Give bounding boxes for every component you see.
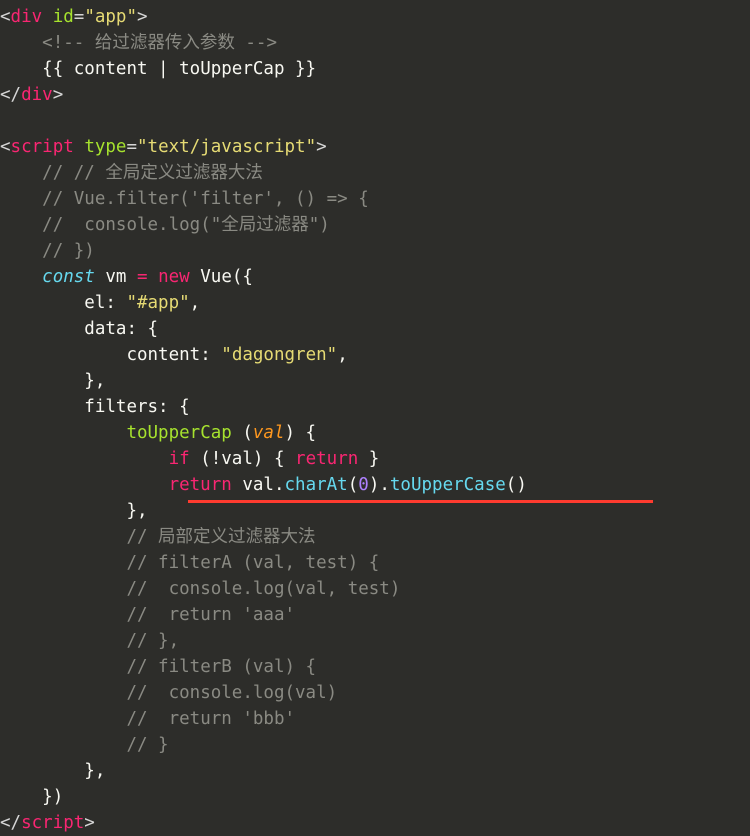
- tag-script: script: [11, 137, 74, 157]
- string-js: "text/javascript": [137, 137, 316, 157]
- kw-new: new: [158, 267, 190, 287]
- comment-filter-param: <!-- 给过滤器传入参数 -->: [42, 33, 277, 53]
- kw-return2: return: [169, 475, 232, 495]
- attr-id: id: [53, 7, 74, 27]
- comment-local-8: // return 'bbb': [126, 709, 295, 729]
- kw-const: const: [42, 267, 95, 287]
- comment-local-1: // 局部定义过滤器大法: [126, 527, 315, 547]
- tag-div: div: [11, 7, 43, 27]
- comment-global-3: // console.log("全局过滤器"): [42, 215, 330, 235]
- val-el: "#app": [126, 293, 189, 313]
- key-content: content:: [126, 345, 210, 365]
- fn-toUpperCap: toUpperCap: [126, 423, 231, 443]
- kw-if: if: [169, 449, 190, 469]
- comment-local-3: // console.log(val, test): [126, 579, 400, 599]
- num-zero: 0: [358, 475, 369, 495]
- highlight-underline: [188, 500, 653, 503]
- comment-local-7: // console.log(val): [126, 683, 337, 703]
- key-data: data:: [84, 319, 137, 339]
- expr-notval: !val: [211, 449, 253, 469]
- comment-local-4: // return 'aaa': [126, 605, 295, 625]
- param-val: val: [253, 423, 285, 443]
- val-content: "dagongren": [221, 345, 337, 365]
- comment-local-5: // },: [126, 631, 179, 651]
- string-app: "app": [84, 7, 137, 27]
- key-filters: filters:: [84, 397, 168, 417]
- code-editor[interactable]: <div id="app"> <!-- 给过滤器传入参数 --> {{ cont…: [0, 0, 750, 836]
- tag-script-close: script: [21, 813, 84, 833]
- comment-local-6: // filterB (val) {: [126, 657, 316, 677]
- template-expr: {{ content | toUpperCap }}: [42, 59, 316, 79]
- tag-div-close: div: [21, 85, 53, 105]
- class-vue: Vue: [200, 267, 232, 287]
- comment-global-4: // }): [42, 241, 95, 261]
- attr-type: type: [84, 137, 126, 157]
- op-eq: =: [137, 267, 148, 287]
- comment-local-9: // }: [126, 735, 168, 755]
- method-charAt: charAt: [285, 475, 348, 495]
- method-toUpperCase: toUpperCase: [390, 475, 506, 495]
- comment-global-1: // // 全局定义过滤器大法: [42, 163, 263, 183]
- ref-val: val: [242, 475, 274, 495]
- kw-return1: return: [295, 449, 358, 469]
- key-el: el:: [84, 293, 116, 313]
- comment-global-2: // Vue.filter('filter', () => {: [42, 189, 369, 209]
- comment-local-2: // filterA (val, test) {: [126, 553, 379, 573]
- var-vm: vm: [105, 267, 126, 287]
